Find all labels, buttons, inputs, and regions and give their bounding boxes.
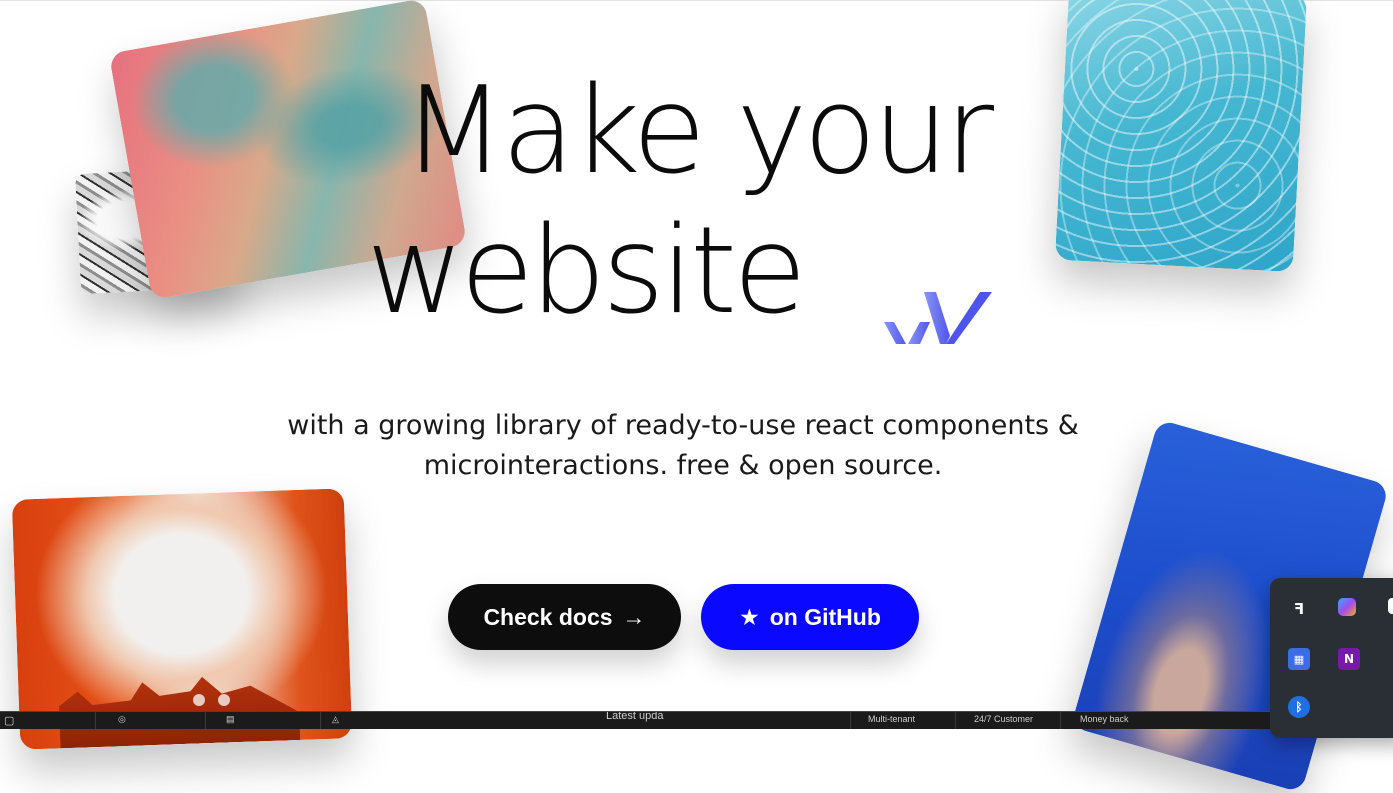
bottom-item-moneyback: Money back xyxy=(1080,714,1129,724)
taskbar-app-icon[interactable] xyxy=(1388,598,1393,614)
document-icon[interactable]: ▤ xyxy=(226,714,235,725)
github-star-button[interactable]: ★ on GitHub xyxy=(701,584,919,650)
carousel-dot[interactable] xyxy=(218,694,230,706)
bell-icon[interactable]: ◬ xyxy=(332,714,339,725)
github-label: on GitHub xyxy=(769,603,881,630)
headline-line-1: Make your xyxy=(402,62,994,201)
copilot-icon[interactable] xyxy=(1338,598,1356,616)
check-docs-button[interactable]: Check docs → xyxy=(448,584,681,650)
onenote-icon[interactable]: N xyxy=(1338,648,1360,670)
globe-icon[interactable]: ◎ xyxy=(118,714,126,725)
subtitle-line-1: with a growing library of ready-to-use r… xyxy=(287,410,1079,441)
bottom-item-multitenant: Multi-tenant xyxy=(868,714,916,724)
water-image-card xyxy=(1054,0,1308,273)
figma-icon[interactable]: ꟻ xyxy=(1288,598,1310,620)
subtitle-line-2: microinteractions. free & open source. xyxy=(423,450,943,481)
crowd-silhouette xyxy=(58,670,300,748)
brand-logo-icon xyxy=(884,292,992,344)
vscode-icon[interactable]: ◀ xyxy=(1388,648,1393,670)
arrow-right-icon: → xyxy=(622,603,646,630)
bluetooth-icon[interactable]: ᛒ xyxy=(1288,696,1310,718)
carousel-dot[interactable] xyxy=(193,694,205,706)
bottom-item-latest: Latest upda xyxy=(606,711,664,722)
system-tray-overflow: ꟻ ▦ N ◀ ᛒ xyxy=(1270,578,1393,738)
teams-tasks-icon[interactable]: ▦ xyxy=(1288,648,1310,670)
headline-line-2: website xyxy=(366,202,807,341)
hero-subtitle: with a growing library of ready-to-use r… xyxy=(240,406,1126,486)
bottom-content-strip: ▢ ◎ ▤ ◬ Latest upda Multi-tenant 24/7 Cu… xyxy=(0,711,1270,729)
bottom-item-support: 24/7 Customer xyxy=(974,714,1034,724)
panel-icon[interactable]: ▢ xyxy=(4,714,14,727)
check-docs-label: Check docs xyxy=(483,603,613,630)
star-icon: ★ xyxy=(739,603,760,630)
